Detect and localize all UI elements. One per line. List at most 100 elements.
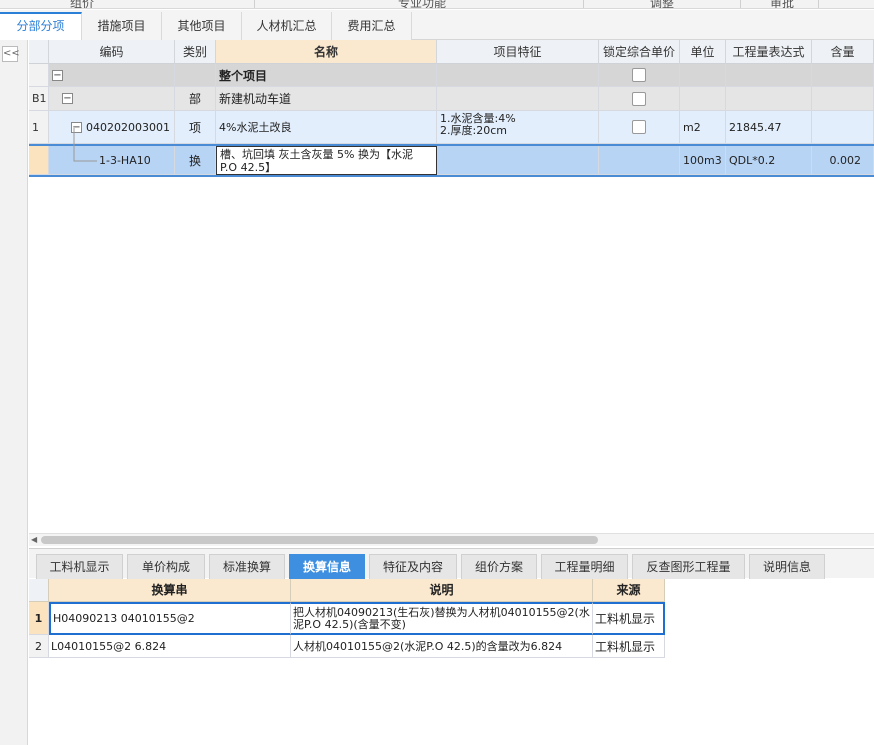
- table-row[interactable]: 2 L04010155@2 6.824 人材机04010155@2(水泥P.O …: [29, 635, 665, 658]
- ribbon-item-approve[interactable]: 审批: [770, 0, 794, 8]
- grid-header-feature[interactable]: 项目特征: [437, 40, 599, 64]
- row-name-cell[interactable]: 4%水泥土改良: [216, 111, 437, 144]
- row-code-cell[interactable]: − 040202003001: [49, 111, 175, 144]
- row-feature-cell[interactable]: [437, 64, 599, 87]
- name-line: 槽、坑回填 灰土含灰量 5% 换为【水泥: [220, 148, 413, 161]
- lock-price-checkbox[interactable]: [632, 120, 646, 134]
- row-lock-cell[interactable]: [599, 87, 680, 111]
- grid-corner: [29, 40, 49, 64]
- collapse-node-icon[interactable]: −: [62, 93, 73, 104]
- ribbon-separator: [818, 0, 819, 8]
- table-row[interactable]: B1 − 部 新建机动车道: [29, 87, 874, 111]
- tab-labor-material-summary[interactable]: 人材机汇总: [242, 12, 332, 40]
- collapse-left-icon[interactable]: <<: [2, 46, 20, 62]
- row-unit-cell[interactable]: [680, 64, 726, 87]
- scroll-left-icon[interactable]: ◀: [31, 536, 39, 544]
- row-code-cell[interactable]: −: [49, 87, 175, 111]
- left-collapse-bar: <<: [0, 40, 28, 745]
- grid-header-code[interactable]: 编码: [49, 40, 175, 64]
- grid-header-content[interactable]: 含量: [812, 40, 874, 64]
- scrollbar-thumb[interactable]: [41, 536, 598, 544]
- row-type-cell[interactable]: 换: [175, 146, 216, 175]
- row-code-text: 040202003001: [86, 120, 170, 134]
- row-expr-cell[interactable]: [726, 64, 812, 87]
- tab-other-items[interactable]: 其他项目: [162, 12, 242, 40]
- row-qty-cell[interactable]: [812, 64, 874, 87]
- row-expr-cell[interactable]: QDL*0.2: [726, 146, 812, 175]
- ribbon-separator: [740, 0, 741, 8]
- row-type-cell[interactable]: [175, 64, 216, 87]
- detail-source-cell[interactable]: 工料机显示: [593, 635, 665, 658]
- detail-source-cell[interactable]: 工料机显示: [593, 602, 665, 635]
- row-unit-cell[interactable]: [680, 87, 726, 111]
- row-type-cell[interactable]: 项: [175, 111, 216, 144]
- grid-header-type[interactable]: 类别: [175, 40, 216, 64]
- row-unit-cell[interactable]: 100m3: [680, 146, 726, 175]
- row-qty-cell[interactable]: 0.002: [812, 146, 874, 175]
- ribbon-item-adjust[interactable]: 调整: [650, 0, 674, 8]
- grid-header-qty-expression[interactable]: 工程量表达式: [726, 40, 812, 64]
- tab-pricing-scheme[interactable]: 组价方案: [461, 554, 537, 579]
- ribbon-item-professional[interactable]: 专业功能: [398, 0, 446, 8]
- row-code-text: 1-3-HA10: [99, 153, 151, 167]
- name-line: P.O 42.5】: [220, 161, 277, 174]
- row-name-editor[interactable]: 槽、坑回填 灰土含灰量 5% 换为【水泥 P.O 42.5】: [216, 146, 437, 175]
- ribbon-item-pricing[interactable]: 组价: [70, 0, 94, 8]
- tab-measures[interactable]: 措施项目: [82, 12, 162, 40]
- row-number: 1: [29, 602, 49, 635]
- row-expr-cell[interactable]: [726, 87, 812, 111]
- tab-fenbu-fenxiang[interactable]: 分部分项: [0, 12, 82, 40]
- tab-features-content[interactable]: 特征及内容: [369, 554, 457, 579]
- detail-string-cell[interactable]: L04010155@2 6.824: [49, 635, 291, 658]
- table-row-selected[interactable]: 1 H04090213 04010155@2 把人材机04090213(生石灰)…: [29, 602, 665, 635]
- row-unit-cell[interactable]: m2: [680, 111, 726, 144]
- row-lock-cell[interactable]: [599, 111, 680, 144]
- grid-header-lock-price[interactable]: 锁定综合单价: [599, 40, 680, 64]
- table-row[interactable]: 1 − 040202003001 项 4%水泥土改良 1.水泥含量:4% 2.厚…: [29, 111, 874, 144]
- description-line: 泥P.O 42.5)(含量不变): [293, 618, 406, 631]
- conversion-info-grid: 换算串 说明 来源 1 H04090213 04010155@2 把人材机040…: [29, 579, 669, 659]
- table-row[interactable]: − 整个项目: [29, 64, 874, 87]
- grid-header-name[interactable]: 名称: [216, 40, 437, 64]
- row-qty-cell[interactable]: [812, 87, 874, 111]
- detail-description-cell[interactable]: 人材机04010155@2(水泥P.O 42.5)的含量改为6.824: [291, 635, 593, 658]
- lock-price-checkbox[interactable]: [632, 91, 646, 106]
- grid-header-unit[interactable]: 单位: [680, 40, 726, 64]
- bottom-tab-bar: 工料机显示 单价构成 标准换算 换算信息 特征及内容 组价方案 工程量明细 反查…: [29, 548, 874, 579]
- tab-conversion-info[interactable]: 换算信息: [289, 554, 365, 579]
- row-lock-cell[interactable]: [599, 64, 680, 87]
- item-grid: 编码 类别 名称 项目特征 锁定综合单价 单位 工程量表达式 含量 − 整个项目…: [29, 40, 874, 177]
- feature-line: 2.厚度:20cm: [440, 124, 507, 137]
- row-qty-cell[interactable]: [812, 111, 874, 144]
- row-name-cell[interactable]: 整个项目: [216, 64, 437, 87]
- tab-reverse-graphic-quantity[interactable]: 反查图形工程量: [632, 554, 745, 579]
- row-code-cell[interactable]: 1-3-HA10: [49, 146, 175, 175]
- row-feature-cell[interactable]: [437, 146, 599, 175]
- lock-price-checkbox[interactable]: [632, 68, 646, 82]
- tab-standard-conversion[interactable]: 标准换算: [209, 554, 285, 579]
- collapse-node-icon[interactable]: −: [52, 69, 63, 81]
- row-number: 1: [29, 111, 49, 144]
- tab-description-info[interactable]: 说明信息: [749, 554, 825, 579]
- row-feature-cell[interactable]: [437, 87, 599, 111]
- row-type-cell[interactable]: 部: [175, 87, 216, 111]
- app-window: 组价 专业功能 调整 审批 分部分项 措施项目 其他项目 人材机汇总 费用汇总 …: [0, 0, 874, 745]
- detail-header-source[interactable]: 来源: [593, 579, 665, 602]
- detail-corner: [29, 579, 49, 602]
- detail-string-cell[interactable]: H04090213 04010155@2: [49, 602, 291, 635]
- detail-header-description[interactable]: 说明: [291, 579, 593, 602]
- row-expr-cell[interactable]: 21845.47: [726, 111, 812, 144]
- row-lock-cell[interactable]: [599, 146, 680, 175]
- tab-unit-price-composition[interactable]: 单价构成: [127, 554, 205, 579]
- row-code-cell[interactable]: −: [49, 64, 175, 87]
- row-feature-cell[interactable]: 1.水泥含量:4% 2.厚度:20cm: [437, 111, 599, 144]
- row-name-cell[interactable]: 新建机动车道: [216, 87, 437, 111]
- detail-description-cell[interactable]: 把人材机04090213(生石灰)替换为人材机04010155@2(水 泥P.O…: [291, 602, 593, 635]
- detail-header-string[interactable]: 换算串: [49, 579, 291, 602]
- tab-quantity-detail[interactable]: 工程量明细: [541, 554, 628, 579]
- tab-cost-summary[interactable]: 费用汇总: [332, 12, 412, 40]
- table-row-selected[interactable]: 1-3-HA10 换 槽、坑回填 灰土含灰量 5% 换为【水泥 P.O 42.5…: [29, 144, 874, 177]
- collapse-node-icon[interactable]: −: [71, 121, 82, 133]
- tab-labor-material-display[interactable]: 工料机显示: [36, 554, 123, 579]
- horizontal-scrollbar[interactable]: ◀: [29, 533, 874, 546]
